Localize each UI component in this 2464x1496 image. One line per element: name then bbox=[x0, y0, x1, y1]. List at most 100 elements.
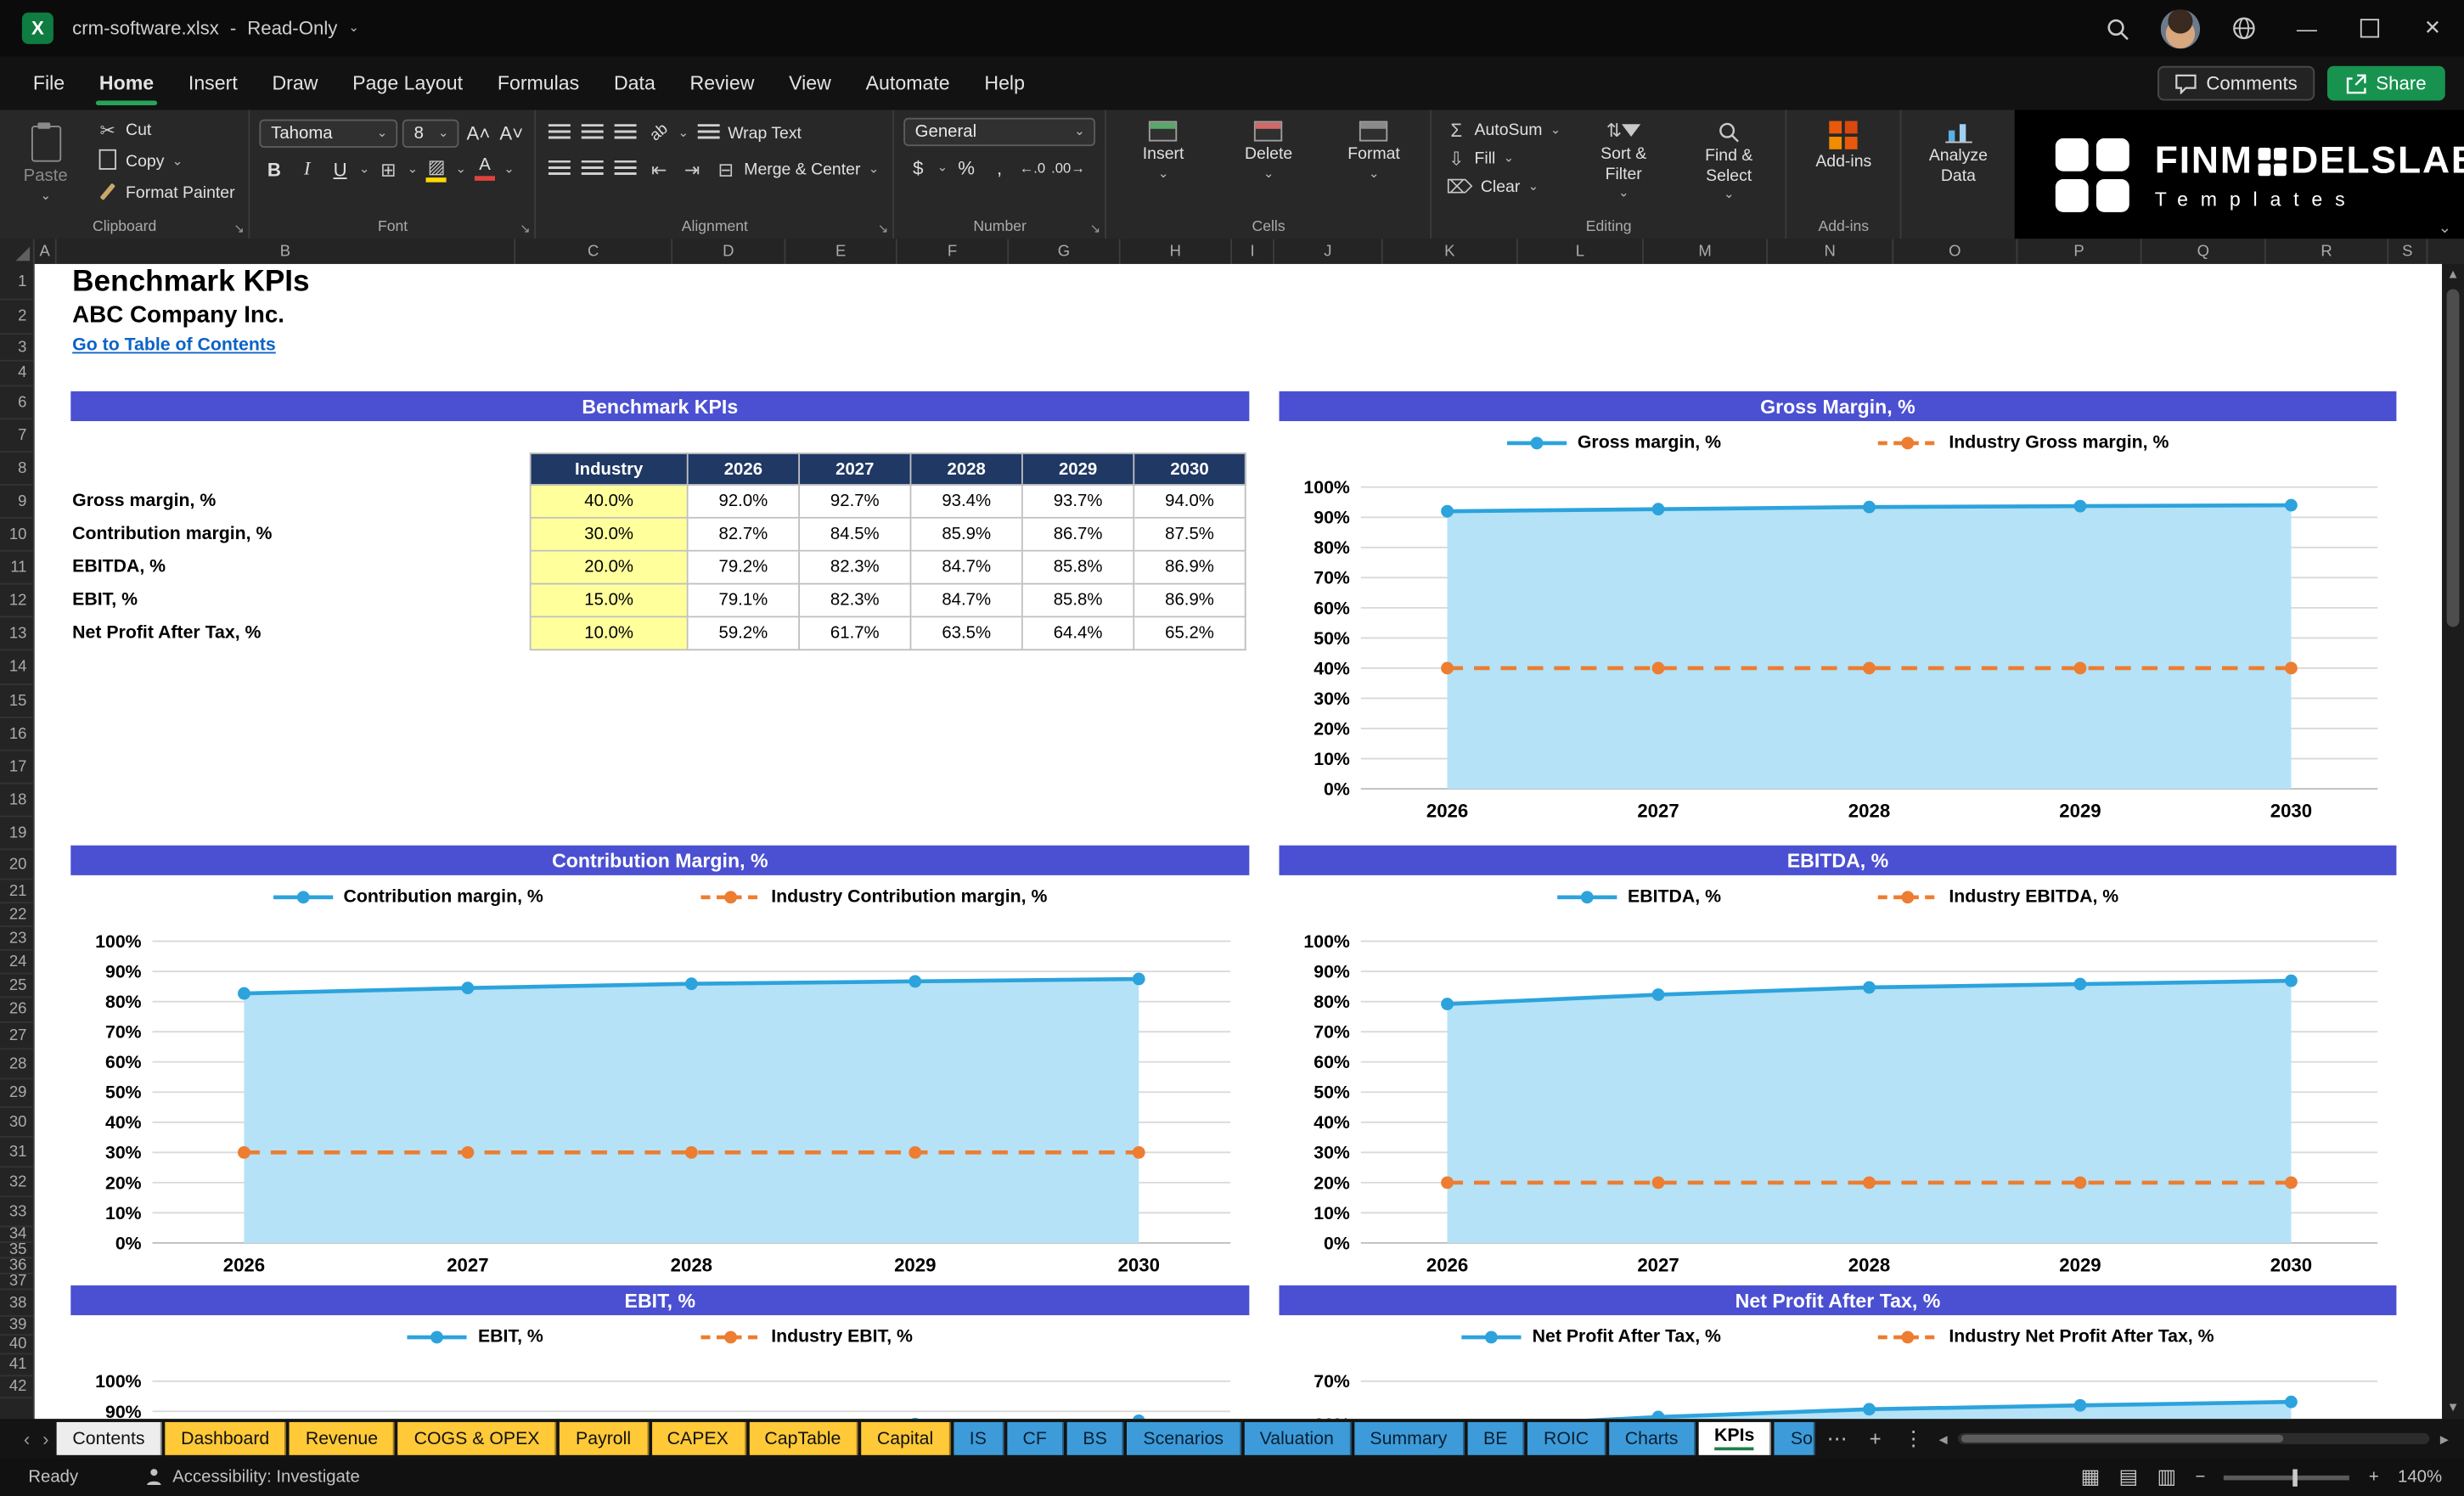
kpi-value-cell[interactable]: 86.7% bbox=[1022, 518, 1135, 552]
sheet-tab-is[interactable]: IS bbox=[954, 1421, 1004, 1455]
kpi-value-cell[interactable]: 61.7% bbox=[800, 617, 912, 651]
accounting-format-button[interactable]: $ bbox=[904, 153, 932, 183]
menu-draw[interactable]: Draw bbox=[255, 57, 335, 110]
column-header-o[interactable]: O bbox=[1893, 239, 2018, 264]
font-dialog-launcher-icon[interactable]: ↘ bbox=[520, 222, 530, 236]
menu-insert[interactable]: Insert bbox=[172, 57, 256, 110]
align-right-button[interactable] bbox=[612, 154, 640, 183]
chart-contribution-margin[interactable]: Contribution margin, % Industry Contribut… bbox=[70, 879, 1249, 1284]
scroll-down-icon[interactable]: ▼ bbox=[2447, 1397, 2460, 1419]
chevron-down-icon[interactable]: ⌄ bbox=[348, 21, 358, 35]
sheet-tab-valuation[interactable]: Valuation bbox=[1244, 1421, 1352, 1455]
row-header-25[interactable]: 25 bbox=[0, 974, 33, 998]
row-header-24[interactable]: 24 bbox=[0, 951, 33, 975]
sheet-tab-payroll[interactable]: Payroll bbox=[560, 1421, 649, 1455]
accessibility-status[interactable]: Accessibility: Investigate bbox=[144, 1468, 360, 1487]
row-header-12[interactable]: 12 bbox=[0, 584, 33, 618]
column-header-h[interactable]: H bbox=[1121, 239, 1232, 264]
kpi-value-cell[interactable]: 82.3% bbox=[800, 551, 912, 585]
column-header-p[interactable]: P bbox=[2017, 239, 2142, 264]
kpi-value-cell[interactable]: 84.7% bbox=[911, 551, 1023, 585]
row-header-8[interactable]: 8 bbox=[0, 453, 33, 486]
increase-decimal-button[interactable]: ←.0 bbox=[1018, 153, 1046, 183]
collapse-ribbon-icon[interactable]: ⌄ bbox=[2439, 220, 2452, 237]
column-header-q[interactable]: Q bbox=[2142, 239, 2266, 264]
kpi-value-cell[interactable]: 79.2% bbox=[688, 551, 801, 585]
analyze-data-button[interactable]: Analyze Data bbox=[1911, 118, 2006, 189]
kpi-row-label[interactable]: EBITDA, % bbox=[72, 550, 272, 583]
column-header-b[interactable]: B bbox=[57, 239, 516, 264]
kpi-value-cell[interactable]: 64.4% bbox=[1022, 617, 1135, 651]
sheet-tab-so[interactable]: So bbox=[1775, 1421, 1814, 1455]
row-header-41[interactable]: 41 bbox=[0, 1354, 33, 1377]
insert-cells-button[interactable]: Insert ⌄ bbox=[1117, 118, 1211, 183]
comma-style-button[interactable]: , bbox=[985, 153, 1013, 183]
column-header-j[interactable]: J bbox=[1274, 239, 1383, 264]
row-header-37[interactable]: 37 bbox=[0, 1273, 33, 1291]
avatar[interactable] bbox=[2160, 8, 2201, 48]
kpi-value-cell[interactable]: 86.9% bbox=[1134, 584, 1246, 618]
align-center-button[interactable] bbox=[579, 154, 607, 183]
kpi-industry-cell[interactable]: 40.0% bbox=[531, 485, 689, 519]
row-header-13[interactable]: 13 bbox=[0, 617, 33, 651]
percent-style-button[interactable]: % bbox=[953, 153, 981, 183]
borders-button[interactable]: ⊞ bbox=[374, 154, 402, 183]
zoom-out-icon[interactable]: − bbox=[2195, 1468, 2205, 1487]
sheet-tab-be[interactable]: BE bbox=[1467, 1421, 1525, 1455]
sheet-tab-scenarios[interactable]: Scenarios bbox=[1127, 1421, 1241, 1455]
sheet-tab-cf[interactable]: CF bbox=[1006, 1421, 1065, 1455]
sheet-tab-kpis[interactable]: KPIs bbox=[1698, 1421, 1772, 1455]
column-header-c[interactable]: C bbox=[515, 239, 673, 264]
number-dialog-launcher-icon[interactable]: ↘ bbox=[1090, 222, 1100, 236]
sheet-tab-bs[interactable]: BS bbox=[1066, 1421, 1125, 1455]
row-header-10[interactable]: 10 bbox=[0, 519, 33, 552]
next-sheet-icon[interactable]: › bbox=[38, 1427, 54, 1449]
row-header-26[interactable]: 26 bbox=[0, 998, 33, 1023]
find-select-button[interactable]: Find & Select ⌄ bbox=[1682, 118, 1776, 205]
grow-font-button[interactable]: A˄ bbox=[464, 118, 492, 148]
kpi-col-header-2027[interactable]: 2027 bbox=[800, 453, 912, 486]
row-header-38[interactable]: 38 bbox=[0, 1290, 33, 1317]
zoom-level[interactable]: 140% bbox=[2398, 1468, 2442, 1487]
row-header-4[interactable]: 4 bbox=[0, 362, 33, 387]
column-header-s[interactable]: S bbox=[2388, 239, 2428, 264]
italic-button[interactable]: I bbox=[293, 154, 321, 183]
row-header-27[interactable]: 27 bbox=[0, 1023, 33, 1050]
zoom-in-icon[interactable]: + bbox=[2369, 1468, 2379, 1487]
shrink-font-button[interactable]: A˅ bbox=[498, 118, 526, 148]
paste-button[interactable]: Paste ⌄ bbox=[9, 118, 82, 209]
orientation-button[interactable]: ab bbox=[645, 118, 673, 148]
kpi-row-label[interactable]: Contribution margin, % bbox=[72, 517, 272, 550]
column-header-e[interactable]: E bbox=[785, 239, 897, 264]
column-header-a[interactable]: A bbox=[35, 239, 57, 264]
kpi-value-cell[interactable]: 65.2% bbox=[1134, 617, 1246, 651]
search-icon[interactable] bbox=[2085, 0, 2148, 57]
clipboard-dialog-launcher-icon[interactable]: ↘ bbox=[233, 222, 244, 236]
menu-home[interactable]: Home bbox=[82, 57, 172, 110]
maximize-button[interactable] bbox=[2338, 0, 2401, 57]
row-header-20[interactable]: 20 bbox=[0, 850, 33, 880]
increase-indent-button[interactable]: ⇥ bbox=[678, 154, 706, 183]
kpi-industry-cell[interactable]: 30.0% bbox=[531, 518, 689, 552]
row-header-21[interactable]: 21 bbox=[0, 880, 33, 904]
chart-ebitda[interactable]: EBITDA, % Industry EBITDA, % 100% 90% 80% 70%… bbox=[1280, 879, 2397, 1284]
alignment-dialog-launcher-icon[interactable]: ↘ bbox=[878, 222, 888, 236]
menu-automate[interactable]: Automate bbox=[848, 57, 967, 110]
row-header-18[interactable]: 18 bbox=[0, 785, 33, 818]
underline-button[interactable]: U bbox=[326, 154, 354, 183]
row-header-11[interactable]: 11 bbox=[0, 552, 33, 585]
zoom-slider[interactable] bbox=[2224, 1468, 2350, 1486]
menu-review[interactable]: Review bbox=[672, 57, 772, 110]
sheet-tab-revenue[interactable]: Revenue bbox=[290, 1421, 396, 1455]
wrap-text-button[interactable]: Wrap Text bbox=[693, 121, 806, 146]
sheet-tab-cogs-opex[interactable]: COGS & OPEX bbox=[398, 1421, 557, 1455]
column-header-i[interactable]: I bbox=[1232, 239, 1274, 264]
sheet-tab-charts[interactable]: Charts bbox=[1609, 1421, 1696, 1455]
kpi-value-cell[interactable]: 93.7% bbox=[1022, 485, 1135, 519]
copy-button[interactable]: Copy ⌄ bbox=[93, 146, 239, 176]
normal-view-icon[interactable]: ▦ bbox=[2081, 1465, 2101, 1490]
sheet-canvas[interactable]: Benchmark KPIs ABC Company Inc. Go to Ta… bbox=[34, 263, 2443, 1420]
kpi-row-label[interactable]: EBIT, % bbox=[72, 583, 272, 616]
row-header-22[interactable]: 22 bbox=[0, 903, 33, 927]
align-top-button[interactable] bbox=[546, 118, 574, 148]
